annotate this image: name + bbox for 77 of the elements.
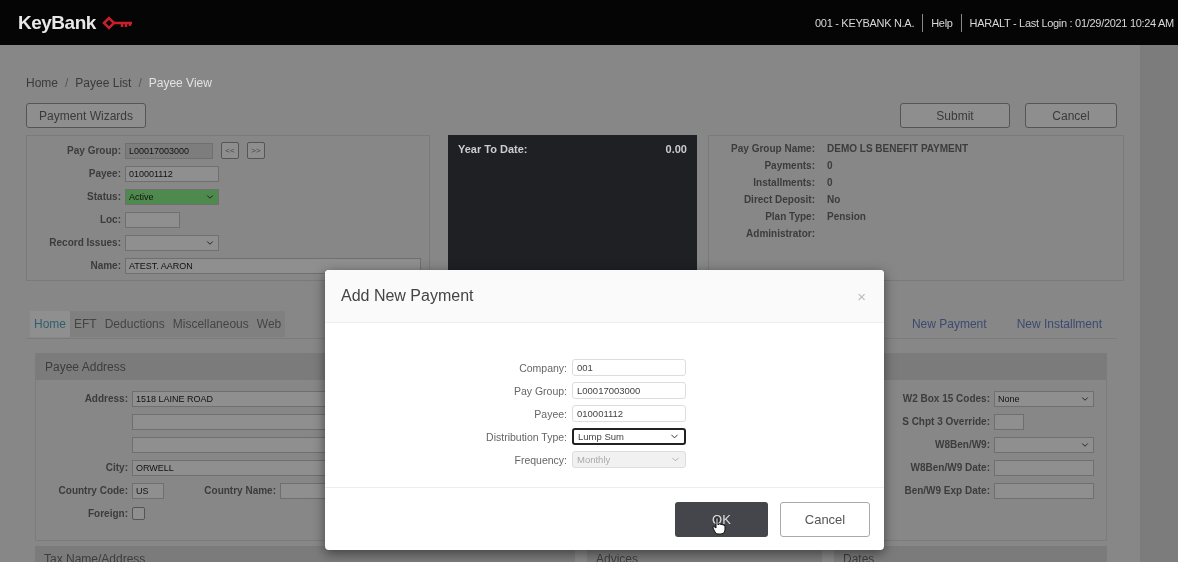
field-label: Record Issues:	[48, 237, 121, 248]
field-label: Country Code:	[57, 485, 128, 496]
summary-label: Plan Type:	[764, 210, 815, 222]
field-label: W8Ben/W9:	[934, 439, 990, 450]
field-label: Address:	[83, 393, 128, 404]
breadcrumb-separator: /	[65, 76, 69, 90]
cancel-button[interactable]: Cancel	[780, 501, 870, 537]
nav-button[interactable]: <<	[221, 142, 239, 159]
input-field[interactable]	[994, 459, 1094, 476]
ytd-label: Year To Date:	[458, 143, 528, 155]
bank-name: 001 - KEYBANK N.A.	[815, 16, 915, 29]
breadcrumb-link[interactable]: Payee View	[148, 76, 212, 90]
action-link[interactable]: New Payment	[911, 317, 987, 331]
summary-value: DEMO LS BENEFIT PAYMENT	[827, 142, 969, 154]
field-label: Country Name:	[203, 485, 276, 496]
checkbox[interactable]	[132, 507, 145, 520]
status-select[interactable]: Active	[125, 188, 219, 205]
field-label: Pay Group:	[66, 145, 121, 156]
help-link[interactable]: Help	[931, 16, 953, 29]
select-field[interactable]: None	[994, 390, 1094, 407]
ok-button[interactable]: OK	[675, 501, 768, 537]
summary-label: Administrator:	[745, 227, 815, 239]
brand-logo: KeyBank	[18, 11, 96, 34]
action-link[interactable]: New Installment	[1016, 317, 1102, 331]
field-label: Distribution Type:	[485, 430, 567, 443]
ytd-value: 0.00	[665, 143, 687, 155]
tab[interactable]: Miscellaneous	[168, 311, 253, 337]
tab[interactable]: EFT	[70, 311, 101, 337]
input-field[interactable]: US	[132, 482, 164, 499]
field-label: Pay Group:	[512, 384, 567, 397]
select-field[interactable]	[994, 436, 1094, 453]
field-label: Company:	[518, 361, 567, 374]
cancel-button[interactable]: Cancel	[1025, 103, 1117, 128]
input-field[interactable]: L00017003000	[572, 382, 686, 399]
input-field[interactable]: 010001112	[572, 405, 686, 422]
field-label: Frequency:	[513, 453, 567, 466]
key-icon	[101, 15, 134, 30]
select-field[interactable]: Lump Sum	[572, 428, 686, 445]
field-label: W8Ben/W9 Date:	[909, 462, 990, 473]
summary-label: Installments:	[752, 176, 815, 188]
dialog-title: Add New Payment	[341, 287, 474, 305]
input-field[interactable]	[994, 413, 1024, 430]
summary-value: 0	[827, 159, 833, 171]
login-info: HARALT - Last Login : 01/29/2021 10:24 AM	[969, 16, 1174, 29]
select-field[interactable]	[125, 234, 219, 251]
field-label: Status:	[86, 191, 121, 202]
summary-value: No	[827, 193, 841, 205]
summary-label: Payments:	[763, 159, 815, 171]
breadcrumb-link[interactable]: Payee List	[75, 76, 132, 90]
field-label: Foreign:	[87, 508, 128, 519]
breadcrumb-separator: /	[138, 76, 142, 90]
tab[interactable]: Web	[252, 311, 286, 337]
summary-value: Pension	[827, 210, 866, 222]
field-label: W2 Box 15 Codes:	[901, 393, 990, 404]
field-label: Loc:	[98, 214, 121, 225]
close-button[interactable]: ×	[855, 287, 868, 305]
breadcrumb-link[interactable]: Home	[26, 76, 58, 90]
field-label: Name:	[89, 260, 121, 271]
field-label: S Chpt 3 Override:	[901, 416, 990, 427]
input-field[interactable]: ATEST. AARON	[125, 257, 421, 274]
field-label: City:	[104, 462, 128, 473]
field-label: Ben/W9 Exp Date:	[903, 485, 990, 496]
tab[interactable]: Home	[30, 311, 70, 337]
submit-button[interactable]: Submit	[900, 103, 1010, 128]
input-field[interactable]	[125, 211, 180, 228]
payment-wizards-button[interactable]: Payment Wizards	[26, 103, 147, 128]
field-label: Payee:	[87, 168, 121, 179]
nav-button[interactable]: >>	[247, 142, 265, 159]
input-field[interactable]: 001	[572, 359, 686, 376]
tab[interactable]: Deductions	[100, 311, 169, 337]
input-field[interactable]	[994, 482, 1094, 499]
summary-label: Pay Group Name:	[730, 142, 815, 154]
summary-label: Direct Deposit:	[742, 193, 815, 205]
input-field[interactable]: L00017003000	[125, 142, 213, 159]
input-field[interactable]: 010001112	[125, 165, 219, 182]
field-label: Payee:	[533, 407, 567, 420]
summary-value: 0	[827, 176, 833, 188]
